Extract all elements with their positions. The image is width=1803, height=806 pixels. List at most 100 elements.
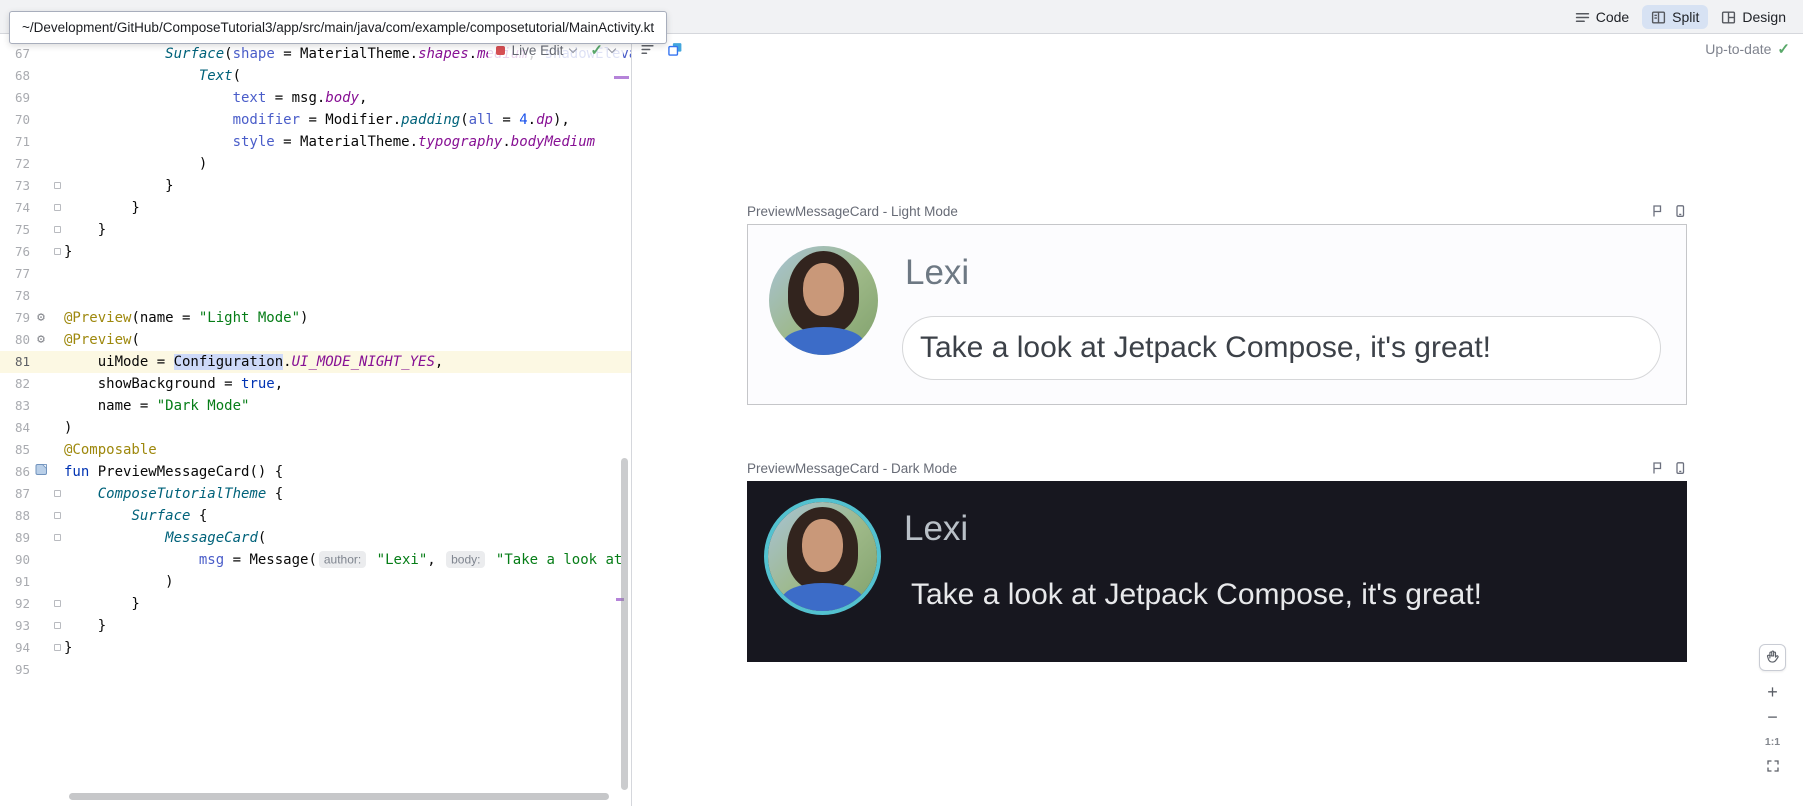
- gutter-icon-slot: [30, 637, 52, 659]
- fold-marker[interactable]: [52, 637, 64, 659]
- gutter-icon-slot: [30, 131, 52, 153]
- fold-marker[interactable]: [52, 527, 64, 549]
- flag-icon[interactable]: [1650, 204, 1664, 218]
- pan-button[interactable]: [1759, 644, 1786, 671]
- code-line[interactable]: 89 MessageCard(: [0, 527, 631, 549]
- preview-group-light: PreviewMessageCard - Light Mode Lexi Tak…: [747, 202, 1687, 405]
- line-number: 75: [0, 219, 30, 241]
- code-line[interactable]: 78: [0, 285, 631, 307]
- preview-toolbar: Up-to-date ✓: [632, 34, 1803, 64]
- line-number: 77: [0, 263, 30, 285]
- code-line[interactable]: 83 name = "Dark Mode": [0, 395, 631, 417]
- fold-marker[interactable]: [52, 241, 64, 263]
- preview-settings-gear-icon[interactable]: ⚙: [30, 307, 52, 329]
- line-number: 78: [0, 285, 30, 307]
- fold-marker[interactable]: [52, 175, 64, 197]
- preview-card-light: Lexi Take a look at Jetpack Compose, it'…: [747, 224, 1687, 405]
- layers-icon[interactable]: [667, 41, 683, 57]
- code-line[interactable]: 94}: [0, 637, 631, 659]
- line-number: 68: [0, 65, 30, 87]
- flag-icon[interactable]: [1650, 461, 1664, 475]
- fold-marker: [52, 549, 64, 571]
- zoom-out-button[interactable]: −: [1759, 705, 1786, 730]
- horizontal-scrollbar[interactable]: [69, 793, 609, 800]
- code-line[interactable]: 82 showBackground = true,: [0, 373, 631, 395]
- view-mode-code[interactable]: Code: [1566, 5, 1638, 29]
- file-path-box[interactable]: ~/Development/GitHub/ComposeTutorial3/ap…: [9, 11, 667, 44]
- view-mode-label: Code: [1596, 9, 1629, 25]
- vertical-scrollbar[interactable]: [621, 458, 628, 790]
- code-text: }: [64, 615, 631, 637]
- compose-preview-pane: Up-to-date ✓ PreviewMessageCard - Light …: [632, 34, 1803, 806]
- fold-marker[interactable]: [52, 483, 64, 505]
- hand-icon: [1765, 649, 1780, 667]
- view-mode-design[interactable]: Design: [1712, 5, 1795, 29]
- compose-preview-run-icon[interactable]: [30, 461, 52, 483]
- code-line[interactable]: 86fun PreviewMessageCard() {: [0, 461, 631, 483]
- code-text: modifier = Modifier.padding(all = 4.dp),: [64, 109, 631, 131]
- code-text: }: [64, 593, 631, 615]
- gutter-icon-slot: [30, 439, 52, 461]
- code-line[interactable]: 71 style = MaterialTheme.typography.body…: [0, 131, 631, 153]
- code-line[interactable]: 80⚙@Preview(: [0, 329, 631, 351]
- fold-marker: [52, 263, 64, 285]
- fold-marker[interactable]: [52, 219, 64, 241]
- preview-settings-gear-icon[interactable]: ⚙: [30, 329, 52, 351]
- code-line[interactable]: 73 }: [0, 175, 631, 197]
- fold-marker[interactable]: [52, 615, 64, 637]
- gutter-icon-slot: [30, 615, 52, 637]
- fold-marker: [52, 87, 64, 109]
- gutter-icon-slot: [30, 373, 52, 395]
- fold-marker: [52, 395, 64, 417]
- code-line[interactable]: 92 }: [0, 593, 631, 615]
- code-line[interactable]: 72 ): [0, 153, 631, 175]
- code-editor-pane[interactable]: 67 Surface(shape = MaterialTheme.shapes.…: [0, 34, 632, 806]
- code-line[interactable]: 77: [0, 263, 631, 285]
- line-number: 71: [0, 131, 30, 153]
- code-line[interactable]: 76}: [0, 241, 631, 263]
- zoom-fit-button[interactable]: [1759, 755, 1786, 780]
- code-line[interactable]: 74 }: [0, 197, 631, 219]
- code-line[interactable]: 91 ): [0, 571, 631, 593]
- code-line[interactable]: 75 }: [0, 219, 631, 241]
- zoom-in-button[interactable]: +: [1759, 680, 1786, 705]
- line-number: 79: [0, 307, 30, 329]
- fold-marker[interactable]: [52, 593, 64, 615]
- live-edit-widget[interactable]: Live Edit: [496, 43, 577, 58]
- code-line[interactable]: 70 modifier = Modifier.padding(all = 4.d…: [0, 109, 631, 131]
- view-mode-label: Split: [1672, 9, 1699, 25]
- gutter-icon-slot: [30, 263, 52, 285]
- fold-marker[interactable]: [52, 197, 64, 219]
- code-line[interactable]: 69 text = msg.body,: [0, 87, 631, 109]
- deploy-device-icon[interactable]: [1673, 461, 1687, 475]
- code-line[interactable]: 93 }: [0, 615, 631, 637]
- code-line[interactable]: 87 ComposeTutorialTheme {: [0, 483, 631, 505]
- fold-marker: [52, 65, 64, 87]
- preview-label-row: PreviewMessageCard - Light Mode: [747, 202, 1687, 220]
- gutter-icon-slot: [30, 549, 52, 571]
- chevron-down-icon: [608, 44, 616, 52]
- message-body: Take a look at Jetpack Compose, it's gre…: [920, 331, 1491, 365]
- fold-marker: [52, 351, 64, 373]
- code-text: }: [64, 241, 631, 263]
- view-mode-split[interactable]: Split: [1642, 5, 1708, 29]
- preview-title: PreviewMessageCard - Light Mode: [747, 204, 958, 219]
- code-line[interactable]: 84): [0, 417, 631, 439]
- code-line[interactable]: 81 uiMode = Configuration.UI_MODE_NIGHT_…: [0, 351, 631, 373]
- code-line[interactable]: 68 Text(: [0, 65, 631, 87]
- code-line[interactable]: 88 Surface {: [0, 505, 631, 527]
- gutter-icon-slot: [30, 593, 52, 615]
- code-line[interactable]: 79⚙@Preview(name = "Light Mode"): [0, 307, 631, 329]
- code-text: showBackground = true,: [64, 373, 631, 395]
- code-line[interactable]: 95: [0, 659, 631, 681]
- avatar-lexi: [769, 246, 878, 355]
- design-view-icon: [1721, 10, 1736, 25]
- deploy-device-icon[interactable]: [1673, 204, 1687, 218]
- code-text: [64, 285, 631, 307]
- error-stripe-mark[interactable]: [614, 76, 629, 79]
- fold-marker[interactable]: [52, 505, 64, 527]
- code-line[interactable]: 90 msg = Message(author: "Lexi", body: "…: [0, 549, 631, 571]
- code-line[interactable]: 85@Composable: [0, 439, 631, 461]
- zoom-reset-button[interactable]: 1:1: [1759, 730, 1786, 755]
- code-text: fun PreviewMessageCard() {: [64, 461, 631, 483]
